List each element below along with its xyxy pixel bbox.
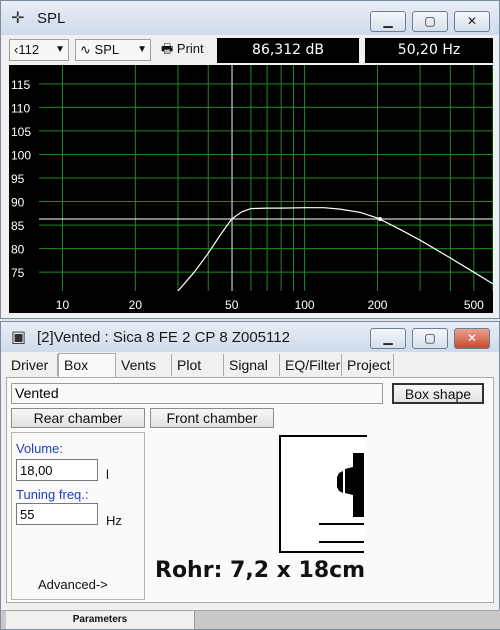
box-tab-panel: Vented Box shape Rear chamber Front cham… <box>6 377 494 603</box>
box-shape-button[interactable]: Box shape <box>392 383 484 404</box>
tuning-freq-input[interactable] <box>16 503 98 525</box>
wave-icon: ∿ <box>80 42 91 57</box>
curve-selector[interactable]: ‹112 ▼ <box>9 39 69 61</box>
spl-window-title: SPL <box>37 10 66 27</box>
tab-eq-filter[interactable]: EQ/Filter <box>280 354 342 376</box>
status-bar: Parameters <box>1 610 500 629</box>
hz-readout: 50,20 Hz <box>365 38 493 63</box>
printer-icon: 🖶 <box>161 41 174 56</box>
box-shape-preview <box>279 435 367 553</box>
tuning-freq-unit: Hz <box>106 513 122 528</box>
y-tick-label: 85 <box>11 219 25 233</box>
maximize-button[interactable]: ▢ <box>412 11 448 32</box>
tab-vents[interactable]: Vents <box>116 354 172 376</box>
y-tick-label: 115 <box>11 78 30 92</box>
volume-input[interactable] <box>16 459 98 481</box>
minimize-button[interactable]: ▁ <box>370 11 406 32</box>
x-tick-label: 500 <box>464 298 484 312</box>
y-tick-label: 100 <box>11 148 31 162</box>
close-button[interactable]: ✕ <box>454 328 490 349</box>
box-type-value: Vented <box>15 385 59 401</box>
y-tick-label: 110 <box>11 101 30 115</box>
tab-project[interactable]: Project <box>342 354 394 376</box>
minimize-button[interactable]: ▁ <box>370 328 406 349</box>
x-tick-label: 100 <box>295 298 315 312</box>
rear-chamber-button[interactable]: Rear chamber <box>11 408 145 428</box>
print-button-label: Print <box>176 41 204 56</box>
chevron-down-icon: ▼ <box>55 44 65 55</box>
x-tick-label: 50 <box>225 298 239 312</box>
y-tick-label: 80 <box>11 243 25 257</box>
box-window: ▣ [2]Vented : Sica 8 FE 2 CP 8 Z005112 ▁… <box>0 321 500 630</box>
spl-window: ✛ SPL ▁ ▢ ✕ ‹112 ▼ ∿ SPL ▼ 🖶 Print 86,31… <box>0 0 500 319</box>
status-tab-parameters[interactable]: Parameters <box>6 611 195 629</box>
print-button[interactable]: 🖶 Print <box>157 39 213 61</box>
y-tick-label: 95 <box>11 172 25 186</box>
spl-dropdown[interactable]: ∿ SPL ▼ <box>75 39 151 61</box>
tab-box[interactable]: Box <box>58 353 116 377</box>
tab-driver[interactable]: Driver <box>6 354 58 376</box>
spl-toolbar: ‹112 ▼ ∿ SPL ▼ 🖶 Print 86,312 dB 50,20 H… <box>9 37 493 64</box>
spl-titlebar[interactable]: ✛ SPL ▁ ▢ ✕ <box>1 1 499 35</box>
spl-chart-svg: 75 80 85 90 95 100 105 110 115 10 20 50 100 200 500 <box>11 65 493 312</box>
crossing-marker <box>378 216 383 221</box>
y-tick-label: 75 <box>11 266 25 280</box>
app-icon: ▣ <box>11 327 27 346</box>
x-tick-label: 10 <box>56 298 70 312</box>
spl-chart[interactable]: 75 80 85 90 95 100 105 110 115 10 20 50 100 200 500 <box>9 65 493 313</box>
x-tick-label: 20 <box>129 298 143 312</box>
chevron-down-icon: ▼ <box>137 44 147 55</box>
box-window-title: [2]Vented : Sica 8 FE 2 CP 8 Z005112 <box>37 329 290 346</box>
rohr-annotation: Rohr: 7,2 x 18cm <box>155 558 366 583</box>
y-tick-label: 90 <box>11 196 25 210</box>
volume-label: Volume: <box>16 441 63 456</box>
spl-response-curve <box>177 207 493 292</box>
y-tick-label: 105 <box>11 125 31 139</box>
tab-strip: Driver Box Vents Plot Signal EQ/Filter P… <box>6 353 496 377</box>
spl-dropdown-label: SPL <box>94 42 120 57</box>
speaker-driver-icon <box>319 437 367 553</box>
advanced-button[interactable]: Advanced-> <box>38 577 108 592</box>
box-titlebar[interactable]: ▣ [2]Vented : Sica 8 FE 2 CP 8 Z005112 ▁… <box>1 322 499 352</box>
x-tick-label: 200 <box>367 298 387 312</box>
curve-selector-value: ‹112 <box>14 42 40 57</box>
volume-unit: l <box>106 467 109 482</box>
rear-chamber-group: Volume: l Tuning freq.: Hz Advanced-> <box>11 432 145 600</box>
tuning-freq-label: Tuning freq.: <box>16 487 89 502</box>
db-readout: 86,312 dB <box>217 38 359 63</box>
close-button[interactable]: ✕ <box>454 11 490 32</box>
maximize-button[interactable]: ▢ <box>412 328 448 349</box>
tab-plot[interactable]: Plot <box>172 354 224 376</box>
box-type-field[interactable]: Vented <box>11 383 383 404</box>
crosshair-icon: ✛ <box>11 8 25 27</box>
front-chamber-button[interactable]: Front chamber <box>150 408 274 428</box>
tab-signal[interactable]: Signal <box>224 354 280 376</box>
